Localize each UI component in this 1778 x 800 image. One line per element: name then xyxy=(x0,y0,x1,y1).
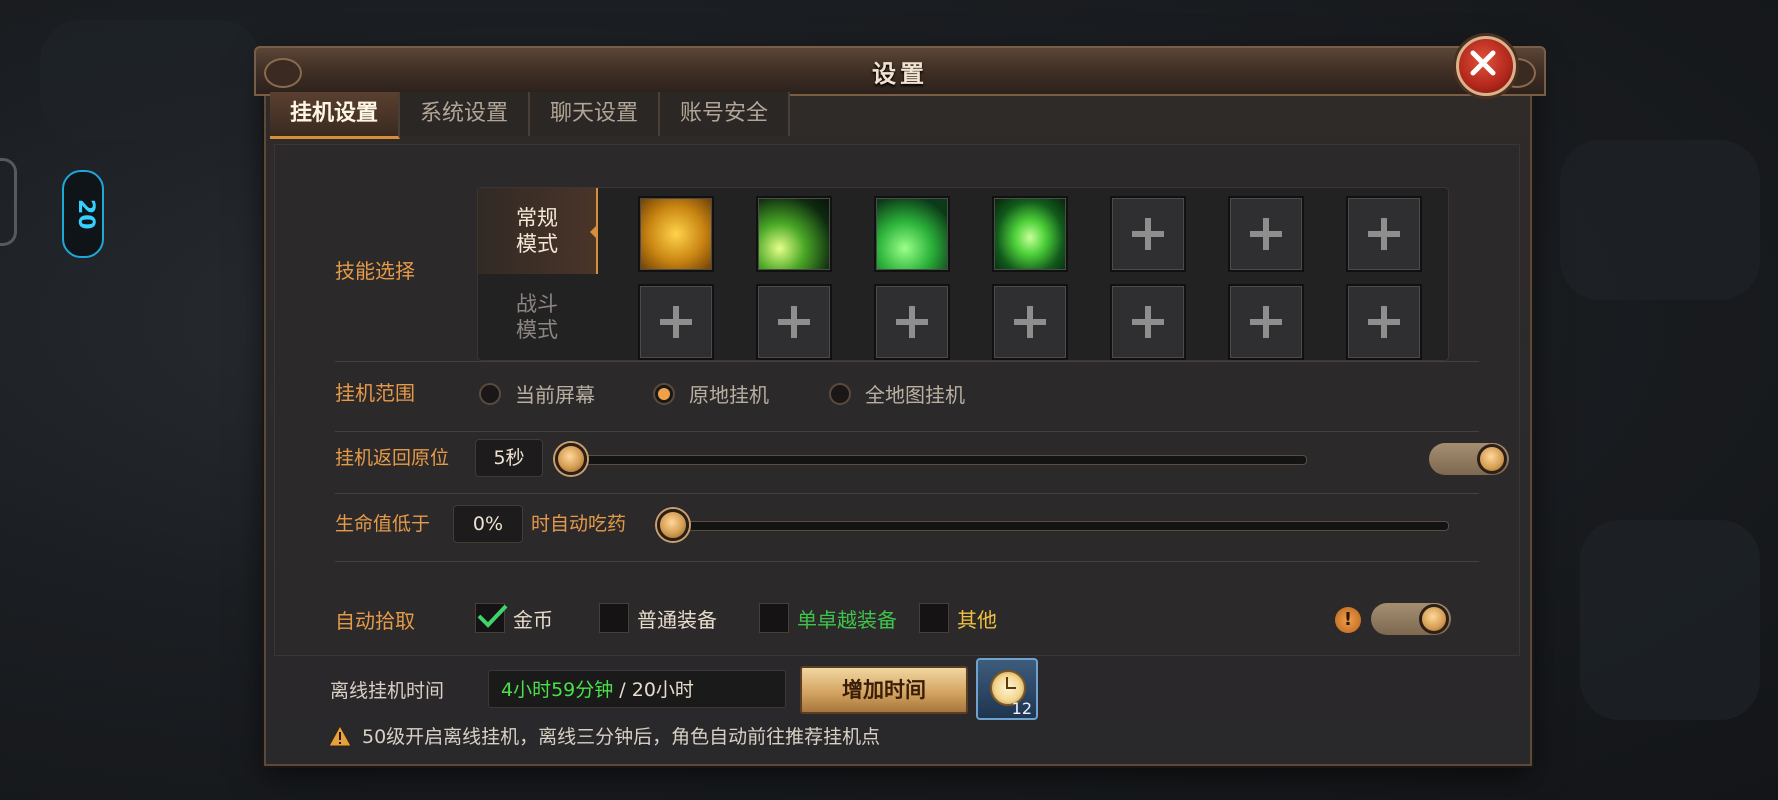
settings-panel: 设置 挂机设置 系统设置 聊天设置 账号安全 技能选择 常规 模式 战斗 模式 xyxy=(254,46,1546,766)
add-skill-slot[interactable] xyxy=(1110,284,1186,360)
offline-time-label: 离线挂机时间 xyxy=(330,680,445,702)
range-current-screen-radio[interactable]: 当前屏幕 xyxy=(479,379,595,408)
divider xyxy=(335,431,1479,432)
radio-dot-selected xyxy=(653,382,675,405)
golden-dragon-skill-icon[interactable] xyxy=(638,196,714,272)
add-skill-slot[interactable] xyxy=(1346,196,1422,272)
offline-total: / 20小时 xyxy=(613,679,694,701)
offline-time-display: 4小时59分钟 / 20小时 xyxy=(488,670,786,708)
side-handle[interactable] xyxy=(0,158,17,246)
radio-dot xyxy=(829,382,851,405)
add-skill-slot[interactable] xyxy=(874,284,950,360)
divider xyxy=(335,493,1479,494)
settings-content: 技能选择 常规 模式 战斗 模式 挂机范围 当前屏幕 原地挂机 全地图挂机 挂机… xyxy=(274,144,1520,656)
pocket-watch-item[interactable]: 12 xyxy=(976,658,1038,720)
tab-bar: 挂机设置 系统设置 聊天设置 账号安全 xyxy=(270,92,791,139)
checkbox-box xyxy=(599,603,629,633)
range-full-map-radio[interactable]: 全地图挂机 xyxy=(829,379,965,408)
add-skill-slot[interactable] xyxy=(638,284,714,360)
hp-slider-knob[interactable] xyxy=(657,509,689,541)
skill-slot-box: 常规 模式 战斗 模式 xyxy=(477,187,1449,361)
green-beam-skill-icon[interactable] xyxy=(874,196,950,272)
pickup-other-checkbox[interactable]: 其他 xyxy=(919,603,997,633)
return-label: 挂机返回原位 xyxy=(335,447,450,469)
combat-mode-tab[interactable]: 战斗 模式 xyxy=(478,274,596,360)
info-icon[interactable]: ! xyxy=(1335,607,1361,633)
pickup-normal-gear-checkbox[interactable]: 普通装备 xyxy=(599,603,717,633)
add-skill-slot[interactable] xyxy=(1228,284,1304,360)
add-skill-slot[interactable] xyxy=(1110,196,1186,272)
skill-select-label: 技能选择 xyxy=(335,259,415,283)
item-count: 12 xyxy=(1011,699,1032,718)
checkbox-box xyxy=(919,603,949,633)
title-bar: 设置 xyxy=(254,46,1546,96)
toggle-knob xyxy=(1419,604,1449,634)
hp-percent-value: 0% xyxy=(453,505,523,543)
range-in-place-radio[interactable]: 原地挂机 xyxy=(653,379,769,408)
hp-label-prefix: 生命值低于 xyxy=(335,513,431,535)
add-time-button[interactable]: 增加时间 xyxy=(800,666,968,714)
checkbox-box xyxy=(759,603,789,633)
divider xyxy=(335,361,1479,362)
tab-account-security[interactable]: 账号安全 xyxy=(660,92,791,136)
normal-mode-tab[interactable]: 常规 模式 xyxy=(478,188,598,274)
add-skill-slot[interactable] xyxy=(1228,196,1304,272)
auto-pickup-label: 自动拾取 xyxy=(335,609,415,633)
hp-label-suffix: 时自动吃药 xyxy=(531,513,627,535)
tab-system-settings[interactable]: 系统设置 xyxy=(400,92,531,136)
range-label: 挂机范围 xyxy=(335,381,415,405)
panel-title: 设置 xyxy=(872,60,928,88)
return-seconds-value: 5秒 xyxy=(475,439,543,477)
offline-notice: 50级开启离线挂机，离线三分钟后，角色自动前往推荐挂机点 xyxy=(328,722,880,749)
checkbox-box xyxy=(475,603,508,633)
toggle-knob xyxy=(1477,444,1507,474)
close-icon xyxy=(1470,50,1496,76)
pickup-excellent-gear-checkbox[interactable]: 单卓越装备 xyxy=(759,603,897,633)
return-slider-knob[interactable] xyxy=(555,443,587,475)
add-skill-slot[interactable] xyxy=(756,284,832,360)
return-slider-track[interactable] xyxy=(571,455,1307,465)
green-meteor-skill-icon[interactable] xyxy=(756,196,832,272)
tab-idle-settings[interactable]: 挂机设置 xyxy=(270,92,401,139)
radio-dot xyxy=(479,382,501,405)
offline-remaining: 4小时59分钟 xyxy=(501,679,614,701)
green-flame-ring-skill-icon[interactable] xyxy=(992,196,1068,272)
pickup-gold-checkbox[interactable]: 金币 xyxy=(475,603,553,633)
checkmark-icon xyxy=(477,604,508,628)
add-skill-slot[interactable] xyxy=(1346,284,1422,360)
side-event-badge[interactable]: 20 xyxy=(62,170,104,258)
pickup-toggle[interactable] xyxy=(1371,603,1451,635)
warning-triangle-icon xyxy=(328,724,352,746)
add-skill-slot[interactable] xyxy=(992,284,1068,360)
tab-chat-settings[interactable]: 聊天设置 xyxy=(530,92,661,136)
close-button[interactable] xyxy=(1456,36,1516,96)
hp-slider-track[interactable] xyxy=(665,521,1449,531)
return-toggle[interactable] xyxy=(1429,443,1509,475)
divider xyxy=(335,561,1479,562)
